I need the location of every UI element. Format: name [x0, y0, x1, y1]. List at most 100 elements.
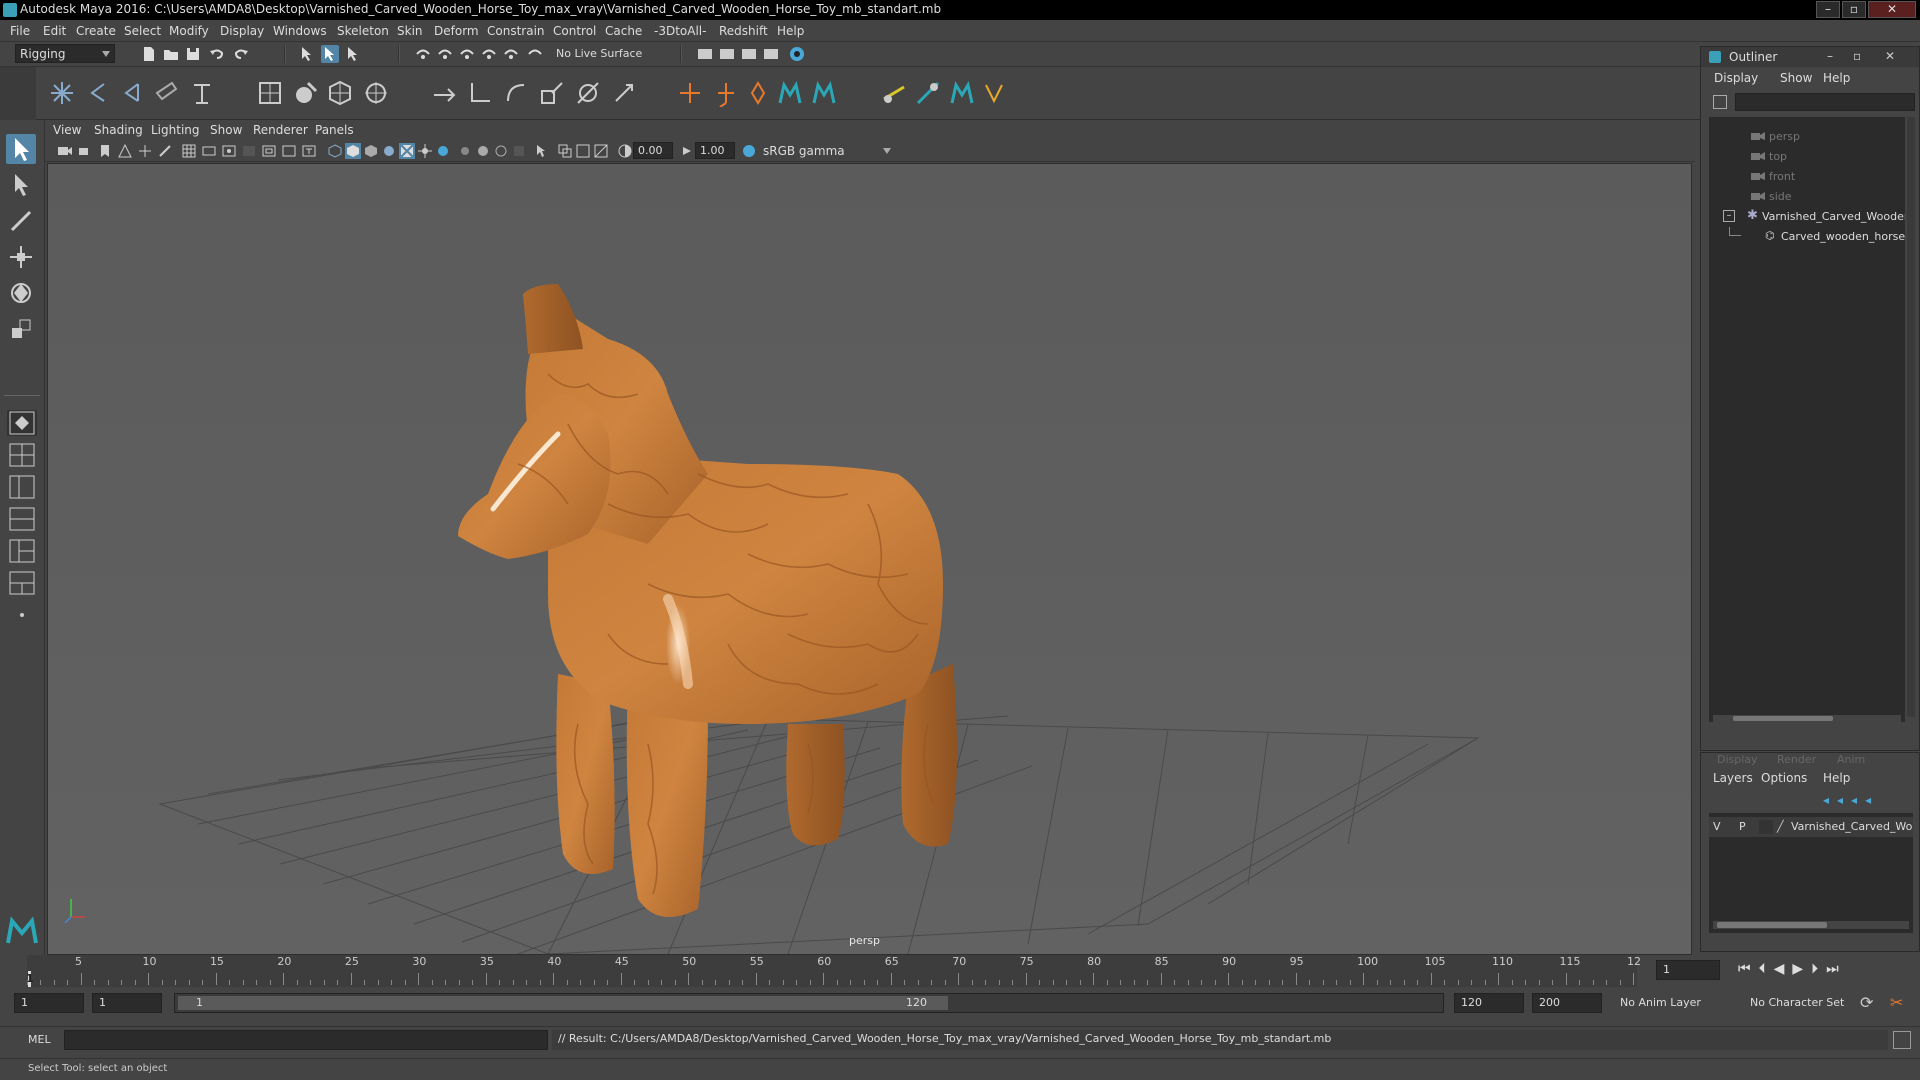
menu-3dtoall[interactable]: -3DtoAll-: [654, 24, 706, 38]
depth-of-field-icon[interactable]: [493, 143, 509, 159]
menu-file[interactable]: File: [10, 24, 30, 38]
gate-mask-icon[interactable]: [241, 143, 257, 159]
2d-pan-icon[interactable]: [137, 143, 153, 159]
viewport-menu-panels[interactable]: Panels: [315, 123, 354, 137]
ipr-render-icon[interactable]: [740, 45, 758, 63]
viewport-menu-shading[interactable]: Shading: [94, 123, 143, 137]
pole-vector-icon[interactable]: [610, 79, 638, 107]
layer-menu-options[interactable]: Options: [1761, 771, 1807, 785]
render-current-icon[interactable]: [718, 45, 736, 63]
snap-magnet-icon[interactable]: [526, 45, 544, 63]
layout-options-icon[interactable]: [7, 602, 37, 628]
use-all-lights-icon[interactable]: [399, 143, 415, 159]
layer-tab-display[interactable]: Display: [1717, 753, 1758, 766]
viewport-menu-lighting[interactable]: Lighting: [151, 123, 200, 137]
outliner-filter-icon[interactable]: [1713, 95, 1727, 109]
layer-tab-render[interactable]: Render: [1777, 753, 1816, 766]
layer-menu-help[interactable]: Help: [1823, 771, 1850, 785]
resolution-gate-icon[interactable]: [221, 143, 237, 159]
persp-graph-layout-icon[interactable]: [7, 506, 37, 532]
select-hierarchy-icon[interactable]: [298, 45, 316, 63]
scale-constraint-icon[interactable]: [538, 79, 566, 107]
outliner-minimize-button[interactable]: –: [1827, 49, 1833, 63]
wireframe-on-shaded-icon[interactable]: [363, 143, 379, 159]
current-frame-field[interactable]: 1: [1656, 960, 1720, 980]
command-input[interactable]: [64, 1030, 548, 1050]
shelf-custom-icon[interactable]: [914, 79, 942, 107]
command-language-toggle[interactable]: MEL: [28, 1033, 51, 1046]
menu-create[interactable]: Create: [76, 24, 116, 38]
point-constraint-icon[interactable]: [430, 79, 458, 107]
exposure-field[interactable]: 0.00: [633, 142, 673, 159]
close-button[interactable]: ✕: [1868, 1, 1916, 18]
outliner-item-mesh[interactable]: ⌬ Carved_wooden_horse: [1709, 227, 1905, 245]
grid-toggle-icon[interactable]: [181, 143, 197, 159]
persp-relationship-layout-icon[interactable]: [7, 570, 37, 596]
layer-name[interactable]: Varnished_Carved_Wooden_Horse_Toy: [1791, 820, 1913, 833]
scrollbar-thumb[interactable]: [1717, 922, 1827, 928]
menu-windows[interactable]: Windows: [273, 24, 327, 38]
outliner-menu-show[interactable]: Show: [1780, 71, 1812, 85]
gamma-field[interactable]: 1.00: [695, 142, 735, 159]
cluster-icon[interactable]: [362, 79, 390, 107]
anim-preferences-icon[interactable]: ✂: [1890, 993, 1903, 1012]
lasso-tool-icon[interactable]: [6, 170, 36, 200]
image-plane-icon[interactable]: [117, 143, 133, 159]
isolate-select-icon[interactable]: [511, 143, 527, 159]
maya-logo-icon[interactable]: [776, 79, 804, 107]
paint-select-icon[interactable]: [6, 206, 36, 236]
render-settings-icon[interactable]: [696, 45, 714, 63]
joint-tool-icon[interactable]: [48, 79, 76, 107]
snap-view-plane-icon[interactable]: [480, 45, 498, 63]
view-transform-dropdown[interactable]: sRGB gamma: [759, 142, 895, 160]
smooth-bind-icon[interactable]: [256, 79, 284, 107]
ik-handle-icon[interactable]: [188, 79, 216, 107]
maya-logo-icon[interactable]: [810, 79, 838, 107]
field-chart-icon[interactable]: [261, 143, 277, 159]
grease-pencil-icon[interactable]: [157, 143, 173, 159]
minimize-button[interactable]: –: [1816, 1, 1840, 18]
layer-playback-toggle[interactable]: P: [1739, 820, 1746, 833]
menu-set-dropdown[interactable]: Rigging: [15, 44, 115, 63]
playback-buttons[interactable]: ⏮⏴◀▶⏵⏭: [1738, 961, 1847, 977]
menu-help[interactable]: Help: [777, 24, 804, 38]
menu-modify[interactable]: Modify: [169, 24, 209, 38]
time-slider-ruler[interactable]: 5 10 15 20 25 30 35 40 45 50 55 60 65 70 75 80 85 90 95 100…: [27, 955, 1648, 987]
outliner-item-side[interactable]: side: [1709, 187, 1905, 205]
viewport-menu-renderer[interactable]: Renderer: [253, 123, 308, 137]
smooth-shade-icon[interactable]: [345, 143, 361, 159]
scrollbar-thumb[interactable]: [1733, 716, 1833, 721]
wireframe-icon[interactable]: [327, 143, 343, 159]
parent-constraint-icon[interactable]: [574, 79, 602, 107]
save-scene-icon[interactable]: [184, 45, 202, 63]
layer-horizontal-scrollbar[interactable]: [1713, 921, 1909, 929]
insert-joint-icon[interactable]: [84, 79, 112, 107]
menu-skeleton[interactable]: Skeleton: [337, 24, 389, 38]
animation-start-field[interactable]: 1: [14, 993, 84, 1013]
outliner-vertical-scrollbar[interactable]: [1907, 117, 1915, 717]
layer-row[interactable]: V P ╱ Varnished_Carved_Wooden_Horse_Toy: [1709, 817, 1913, 837]
layer-visibility-toggle[interactable]: V: [1713, 820, 1721, 833]
snap-grid-icon[interactable]: [414, 45, 432, 63]
single-perspective-layout-icon[interactable]: [7, 410, 37, 436]
anti-aliasing-icon[interactable]: [475, 143, 491, 159]
camera-attr-icon[interactable]: [77, 143, 93, 159]
exposure-icon[interactable]: [617, 143, 633, 159]
textured-icon[interactable]: [381, 143, 397, 159]
gamma-icon[interactable]: [679, 143, 695, 159]
safe-title-icon[interactable]: [301, 143, 317, 159]
paint-weights-icon[interactable]: [292, 79, 320, 107]
xray-components-icon[interactable]: [575, 143, 591, 159]
select-object-icon[interactable]: [321, 45, 339, 63]
outliner-horizontal-scrollbar[interactable]: [1713, 715, 1901, 722]
outliner-item-persp[interactable]: persp: [1709, 127, 1905, 145]
mirror-joint-icon[interactable]: [118, 79, 146, 107]
snap-live-icon[interactable]: [502, 45, 520, 63]
shelf-tab-handle[interactable]: [0, 67, 36, 121]
undo-icon[interactable]: [208, 45, 226, 63]
menu-constrain[interactable]: Constrain: [487, 24, 545, 38]
playback-start-field[interactable]: 1: [92, 993, 162, 1013]
outliner-item-top[interactable]: top: [1709, 147, 1905, 165]
viewport-menu-view[interactable]: View: [53, 123, 81, 137]
menu-cache[interactable]: Cache: [605, 24, 642, 38]
